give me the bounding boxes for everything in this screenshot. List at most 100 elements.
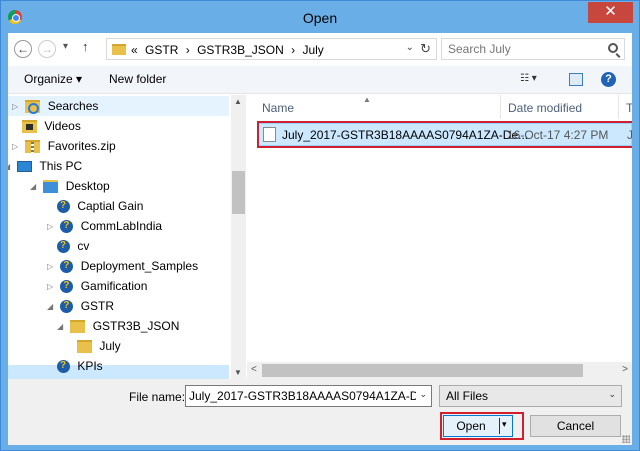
command-bar: Organize ▾ New folder ☷ ▾ ?: [8, 66, 632, 94]
expand-arrow-icon[interactable]: ▷: [12, 97, 22, 117]
tree-item-label: Favorites.zip: [47, 139, 116, 153]
user-folder-icon: [60, 256, 74, 276]
column-divider[interactable]: [500, 95, 501, 119]
file-horizontal-scrollbar[interactable]: < >: [247, 362, 632, 379]
collapse-arrow-icon[interactable]: ◢: [8, 157, 14, 177]
column-header-date-modified[interactable]: Date modified: [508, 101, 582, 115]
scrollbar-thumb[interactable]: [232, 171, 245, 214]
column-header-type[interactable]: Ty: [626, 101, 632, 115]
tree-item-label: Captial Gain: [77, 199, 144, 213]
new-folder-button[interactable]: New folder: [109, 72, 166, 86]
videos-folder-icon: [22, 120, 37, 134]
scroll-down-icon[interactable]: ▼: [234, 368, 242, 377]
tree-item-label: This PC: [39, 159, 83, 173]
sort-ascending-icon: ▲: [363, 95, 371, 104]
expand-arrow-icon[interactable]: ▷: [12, 137, 22, 157]
bottom-panel: File name: ⌄ All Files ⌄ Open ▾ Cancel: [8, 379, 632, 445]
file-name-combobox: ⌄: [185, 385, 432, 407]
tree-item-label: KPIs: [77, 359, 103, 373]
address-box[interactable]: « GSTR › GSTR3B_JSON › July ⌄ ↻: [106, 38, 437, 60]
annotation-highlight-box: [257, 121, 632, 148]
tree-item-cv[interactable]: cv: [57, 236, 89, 256]
tree-item-kpis[interactable]: KPIs: [57, 356, 103, 376]
chevron-down-icon[interactable]: ⌄: [419, 389, 427, 400]
tree-item-captial-gain[interactable]: Captial Gain: [57, 196, 143, 216]
close-button[interactable]: ✕: [588, 2, 633, 23]
search-box: [441, 38, 625, 60]
up-button[interactable]: ↑: [82, 39, 89, 54]
scroll-right-icon[interactable]: >: [622, 364, 628, 375]
preview-pane-icon[interactable]: [569, 73, 583, 86]
resize-grip[interactable]: [622, 435, 630, 443]
window-title: Open: [302, 10, 338, 26]
column-divider[interactable]: [618, 95, 619, 119]
cancel-button[interactable]: Cancel: [530, 415, 621, 437]
tree-item-label: Desktop: [65, 179, 110, 193]
saved-searches-icon: [25, 100, 41, 115]
breadcrumb-overflow[interactable]: «: [131, 43, 138, 57]
forward-button[interactable]: →: [38, 40, 56, 58]
chevron-right-icon[interactable]: ›: [291, 43, 295, 57]
tree-item-label: Videos: [44, 119, 81, 133]
back-button[interactable]: ←: [14, 40, 32, 58]
collapse-arrow-icon[interactable]: ◢: [30, 177, 40, 197]
file-name-field[interactable]: [186, 386, 416, 406]
breadcrumb: « GSTR › GSTR3B_JSON › July: [131, 43, 328, 57]
tree-item-label: Searches: [47, 99, 99, 113]
tree-item-deployment-samples[interactable]: ▷ Deployment_Samples: [47, 256, 198, 276]
user-folder-icon: [57, 236, 70, 256]
tree-item-label: CommLabIndia: [80, 219, 163, 233]
title-bar: Open ✕: [1, 1, 639, 33]
file-type-select[interactable]: All Files ⌄: [439, 385, 622, 407]
column-header-name[interactable]: Name: [262, 101, 294, 115]
tree-item-commlabindia[interactable]: ▷ CommLabIndia: [47, 216, 162, 236]
user-folder-icon: [57, 196, 70, 216]
dialog-client: ← → ▾ ↑ « GSTR › GSTR3B_JSON › July ⌄ ↻: [8, 33, 632, 445]
collapse-arrow-icon[interactable]: ◢: [47, 297, 57, 317]
scrollbar-thumb[interactable]: [262, 364, 583, 377]
scroll-up-icon[interactable]: ▲: [234, 97, 242, 106]
computer-icon: [17, 161, 33, 173]
tree-item-this-pc[interactable]: ◢ This PC: [8, 156, 82, 176]
tree-item-gamification[interactable]: ▷ Gamification: [47, 276, 147, 296]
address-dropdown[interactable]: ⌄: [406, 42, 414, 53]
user-folder-icon: [60, 296, 74, 316]
navigation-pane: ▷ Searches Videos ▷ Favorites.zip ◢ This…: [8, 95, 247, 379]
tree-item-favorites-zip[interactable]: ▷ Favorites.zip: [12, 136, 116, 156]
search-icon[interactable]: [608, 43, 618, 53]
tree-item-july[interactable]: July: [77, 336, 121, 356]
folder-icon: [70, 320, 86, 334]
tree-item-label: cv: [77, 239, 90, 253]
chevron-right-icon[interactable]: ›: [186, 43, 190, 57]
search-input[interactable]: [442, 39, 602, 59]
folder-icon: [77, 340, 92, 354]
tree-item-gstr[interactable]: ◢ GSTR: [47, 296, 114, 316]
refresh-icon[interactable]: ↻: [420, 41, 431, 57]
expand-arrow-icon[interactable]: ▷: [47, 217, 57, 237]
breadcrumb-gstr3b-json[interactable]: GSTR3B_JSON: [197, 43, 284, 57]
tree-item-label: Gamification: [80, 279, 148, 293]
tree-item-gstr3b-json[interactable]: ◢ GSTR3B_JSON: [57, 316, 179, 336]
breadcrumb-july[interactable]: July: [302, 43, 323, 57]
chevron-down-icon[interactable]: ⌄: [608, 389, 616, 400]
desktop-icon: [43, 180, 59, 194]
user-folder-icon: [60, 276, 74, 296]
organize-menu[interactable]: Organize ▾: [24, 72, 82, 86]
file-list-pane: ▲ Name Date modified Ty July_2017-GSTR3B…: [247, 95, 632, 379]
nav-vertical-scrollbar[interactable]: ▲ ▼: [231, 95, 246, 379]
expand-arrow-icon[interactable]: ▷: [47, 257, 57, 277]
view-options-icon[interactable]: ☷ ▾: [520, 73, 546, 87]
breadcrumb-gstr[interactable]: GSTR: [145, 43, 178, 57]
help-icon[interactable]: ?: [601, 72, 616, 87]
collapse-arrow-icon[interactable]: ◢: [57, 317, 67, 337]
tree-item-videos[interactable]: Videos: [22, 116, 81, 136]
file-name-label: File name:: [129, 390, 186, 404]
tree-item-desktop[interactable]: ◢ Desktop: [30, 176, 110, 196]
folder-icon: [112, 44, 126, 55]
expand-arrow-icon[interactable]: ▷: [47, 277, 57, 297]
tree-item-searches[interactable]: ▷ Searches: [12, 96, 98, 116]
scroll-left-icon[interactable]: <: [251, 364, 257, 375]
file-type-value: All Files: [446, 389, 489, 403]
recent-locations-dropdown[interactable]: ▾: [63, 41, 68, 52]
zip-folder-icon: [25, 140, 41, 154]
